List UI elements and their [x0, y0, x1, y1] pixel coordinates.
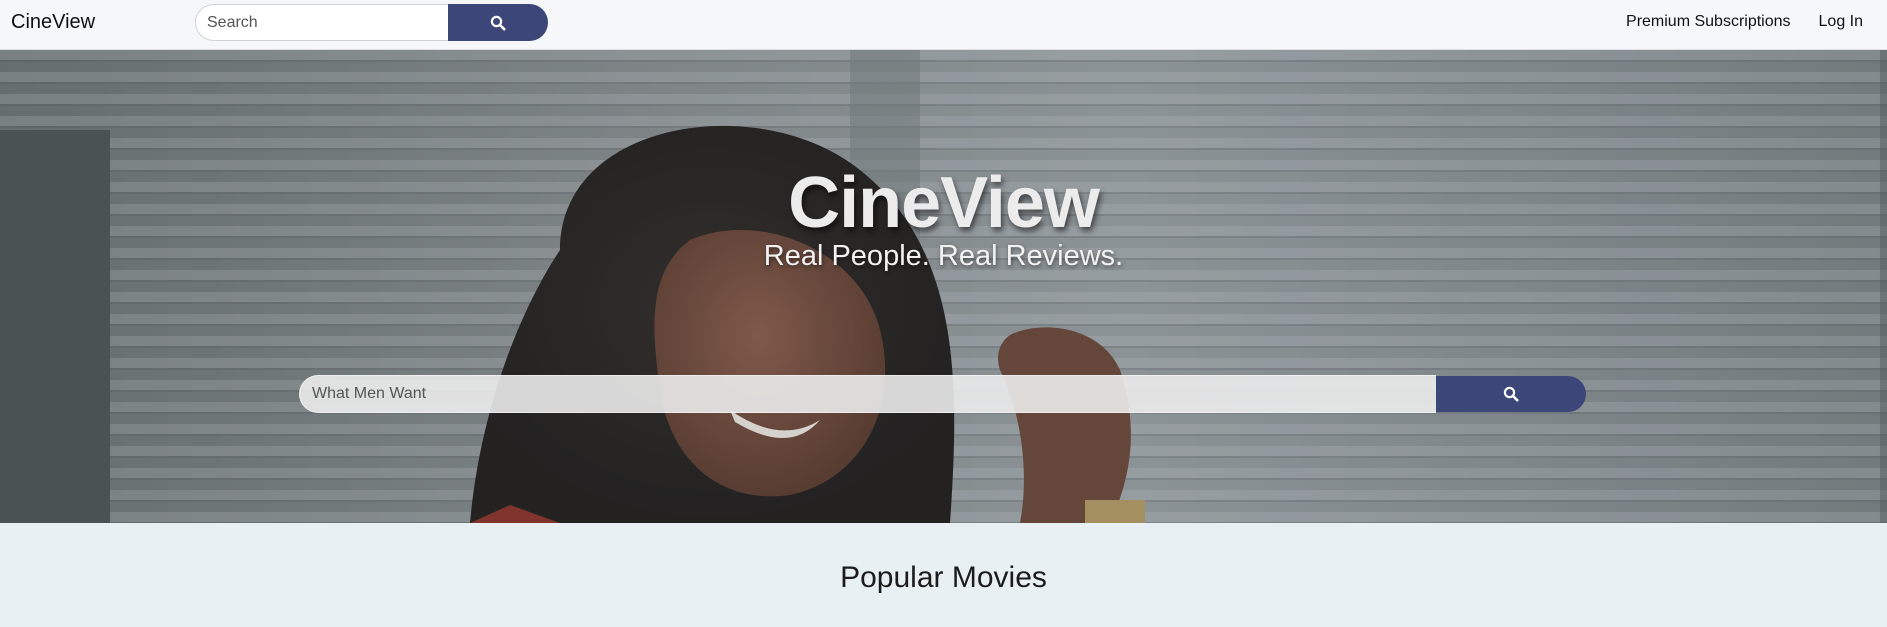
popular-movies-heading: Popular Movies: [840, 561, 1047, 594]
hero-search-input[interactable]: [299, 375, 1436, 413]
brand-logo[interactable]: CineView: [11, 11, 95, 34]
popular-movies-section: Popular Movies: [0, 523, 1887, 627]
navbar-search-button[interactable]: [448, 4, 548, 41]
premium-subscriptions-link[interactable]: Premium Subscriptions: [1626, 13, 1791, 31]
search-icon: [1503, 386, 1519, 402]
navbar: CineView Premium Subscriptions Log In: [0, 0, 1887, 50]
log-in-link[interactable]: Log In: [1819, 13, 1863, 31]
hero-overlay: [0, 50, 1887, 523]
hero-subtitle: Real People. Real Reviews.: [763, 240, 1124, 272]
navbar-search-form: [195, 4, 548, 41]
search-icon: [490, 15, 506, 30]
hero-title: CineView: [788, 163, 1100, 243]
hero-search-button[interactable]: [1436, 376, 1586, 412]
hero-search-form: [299, 375, 1586, 413]
navbar-links: Premium Subscriptions Log In: [1598, 13, 1863, 31]
hero-banner: CineView Real People. Real Reviews.: [0, 50, 1887, 523]
navbar-search-input[interactable]: [195, 4, 448, 41]
